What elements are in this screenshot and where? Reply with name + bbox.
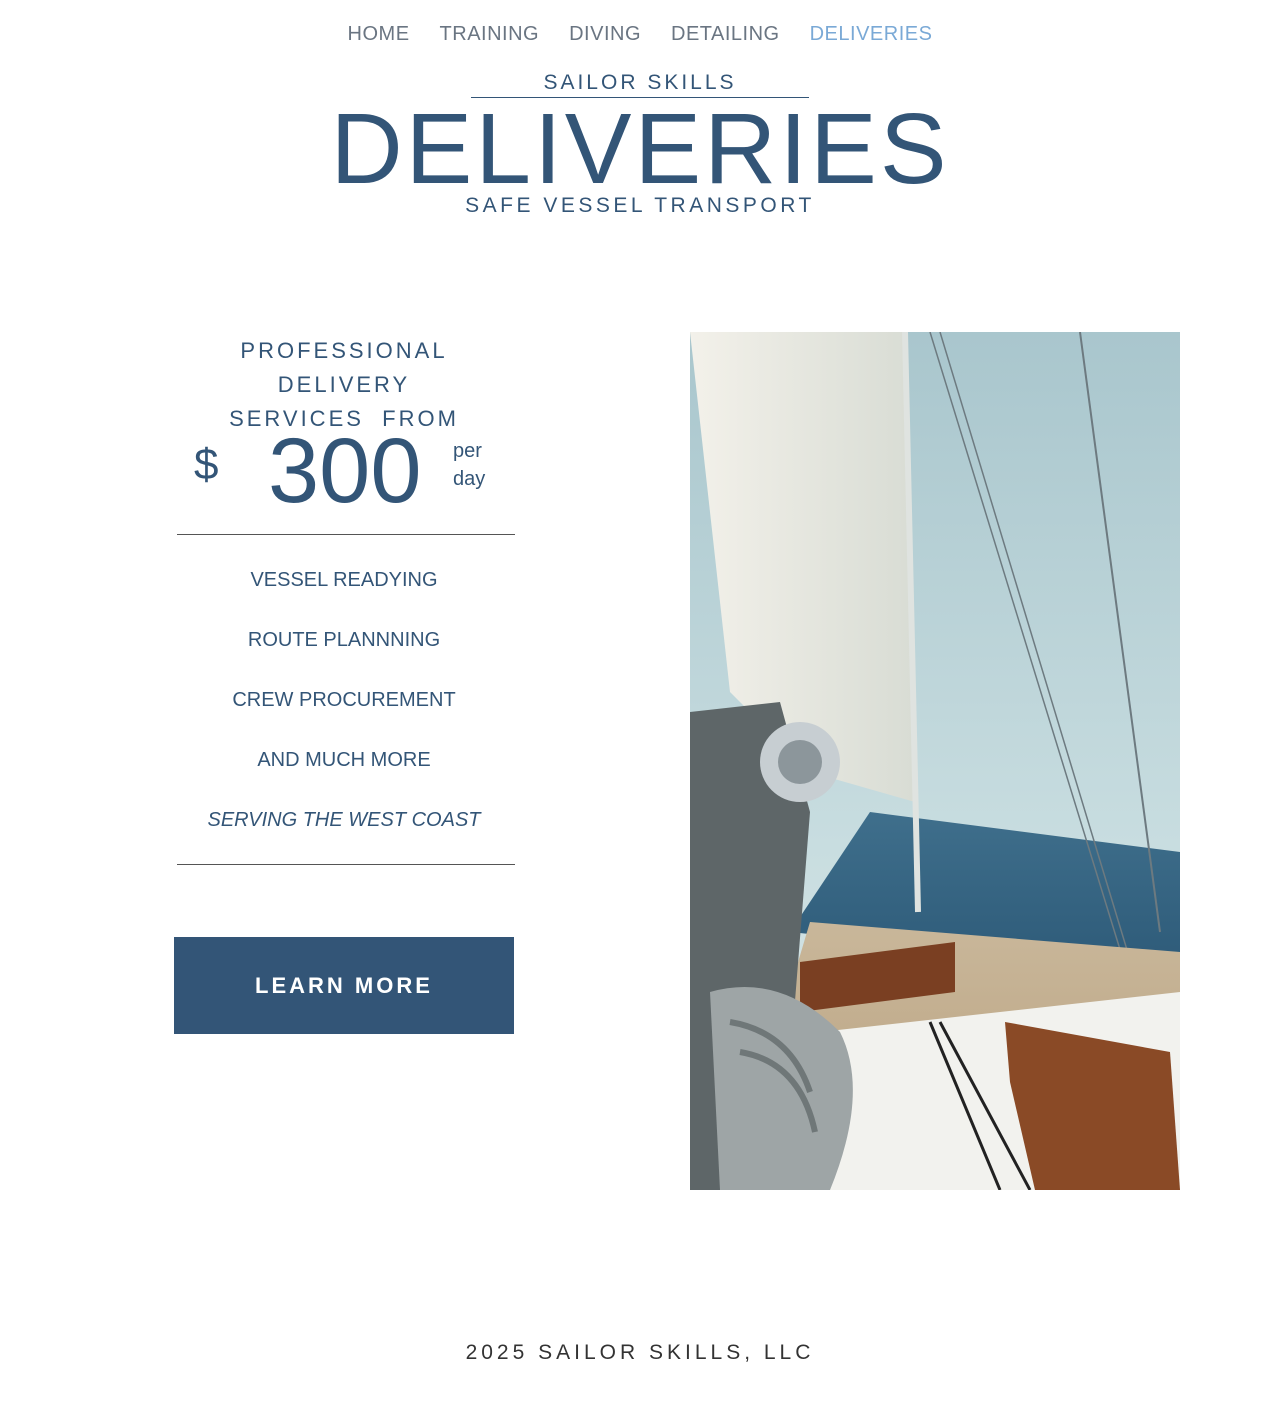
service-area: SERVING THE WEST COAST [207, 809, 481, 831]
list-item: ROUTE PLANNNING [247, 629, 441, 651]
price: $ 300 per day [174, 420, 514, 522]
page-subtitle: SAFE VESSEL TRANSPORT [465, 194, 815, 217]
price-unit-line2: day [453, 468, 486, 490]
learn-more-button[interactable]: LEARN MORE [174, 937, 514, 1034]
nav-home[interactable]: HOME [333, 20, 425, 48]
price-unit: per day [453, 437, 485, 493]
list-item: CREW PROCUREMENT [232, 689, 456, 711]
sailboat-photo [690, 332, 1180, 1190]
nav-detailing[interactable]: DETAILING [656, 20, 795, 48]
feature-list: VESSEL READYING ROUTE PLANNNING CREW PRO… [174, 565, 514, 865]
price-amount: 300 [268, 420, 422, 522]
list-item: VESSEL READYING [250, 569, 438, 591]
divider-top [177, 534, 515, 535]
nav-deliveries[interactable]: DELIVERIES [795, 20, 948, 48]
price-unit-line1: per [453, 440, 482, 462]
currency-symbol: $ [194, 440, 219, 489]
divider-bottom [177, 864, 515, 865]
nav-diving[interactable]: DIVING [554, 20, 656, 48]
pricing-intro-line1: PROFESSIONAL DELIVERY [240, 338, 448, 397]
footer-copyright: 2025 SAILOR SKILLS, LLC [465, 1341, 815, 1364]
sailboat-illustration [690, 332, 1180, 1190]
nav-training[interactable]: TRAINING [425, 20, 555, 48]
page-title: DELIVERIES [330, 93, 950, 205]
list-item: AND MUCH MORE [257, 749, 431, 771]
main-nav: HOME TRAINING DIVING DETAILING DELIVERIE… [0, 20, 1280, 48]
